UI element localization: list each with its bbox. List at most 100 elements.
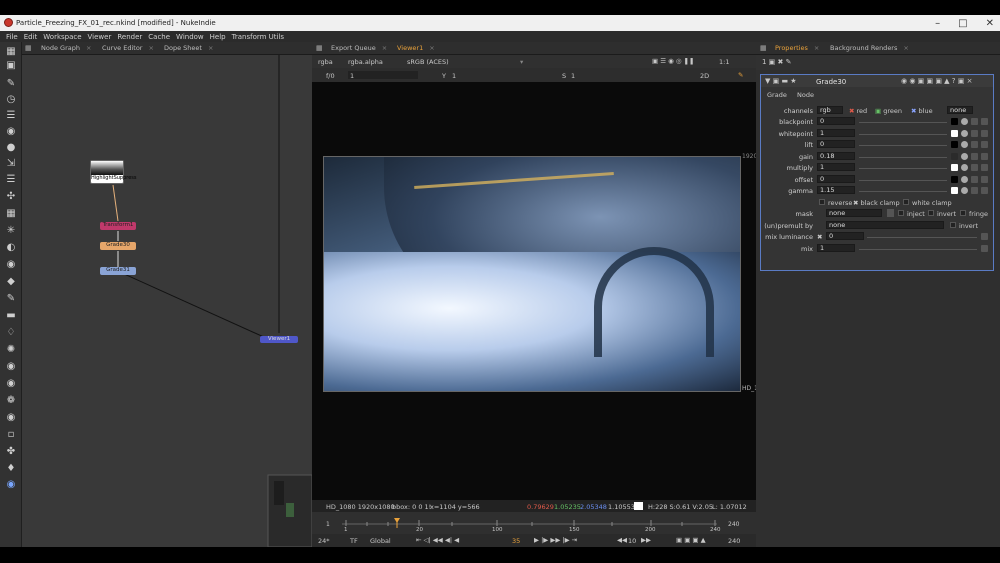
multiply-slider[interactable] (859, 168, 947, 169)
color-wheel-icon[interactable] (961, 164, 968, 171)
mix-slider[interactable] (859, 249, 977, 250)
layout-icon[interactable]: ▦ (5, 45, 17, 57)
chevron-down-icon[interactable]: ▾ (520, 58, 523, 66)
current-frame[interactable]: 35 (512, 537, 520, 545)
playback-end-frame[interactable]: 240 (728, 537, 740, 545)
mix-input[interactable]: 1 (817, 244, 855, 252)
channel-split-icon[interactable] (971, 164, 978, 171)
color-wheel-icon[interactable] (961, 130, 968, 137)
viewer-canvas[interactable]: 1920 HD_1 (312, 82, 758, 500)
white-clamp-checkbox[interactable]: white clamp (903, 199, 952, 207)
blackpoint-input[interactable]: 0 (817, 117, 855, 125)
viewer-tools-icon[interactable]: ▣ ☰ ◉ ◎ ❚❚ (652, 57, 694, 65)
color-wheel-icon[interactable] (961, 176, 968, 183)
invert-checkbox[interactable]: invert (928, 210, 956, 218)
channel-split-icon[interactable] (971, 141, 978, 148)
other-icon[interactable]: ▬ (5, 309, 17, 321)
3d-icon[interactable]: ▦ (5, 207, 17, 219)
plugin-g-icon[interactable]: ♦ (5, 462, 17, 474)
plugin-e-icon[interactable]: ▫ (5, 428, 17, 440)
cara-vr-icon[interactable]: ✺ (5, 343, 17, 355)
menu-render[interactable]: Render (117, 33, 142, 41)
plugin-f-icon[interactable]: ✤ (5, 445, 17, 457)
color-icon[interactable]: ◉ (5, 125, 17, 137)
panel-header-icons[interactable]: ▼ ▣ ▬ ★ (765, 77, 797, 85)
gamma-value[interactable]: 1 (452, 72, 456, 80)
channel-split-icon[interactable] (971, 187, 978, 194)
skip-forward-icon[interactable]: ▶▶ (641, 536, 651, 544)
gain-field[interactable] (348, 71, 418, 79)
tab-viewer1[interactable]: Viewer1 × (397, 44, 435, 54)
timeframe-dropdown[interactable]: TF (350, 537, 358, 545)
s-value[interactable]: 1 (571, 72, 575, 80)
menu-cache[interactable]: Cache (148, 33, 170, 41)
plugin-h-icon[interactable]: ◉ (5, 478, 17, 490)
toolsets-icon[interactable]: ✎ (5, 292, 17, 304)
metadata-icon[interactable]: ◆ (5, 275, 17, 287)
menu-edit[interactable]: Edit (24, 33, 38, 41)
animation-menu-icon[interactable] (981, 245, 988, 252)
lift-input[interactable]: 0 (817, 140, 855, 148)
menu-workspace[interactable]: Workspace (43, 33, 81, 41)
animation-menu-icon[interactable] (981, 164, 988, 171)
time-icon[interactable]: ◷ (5, 93, 17, 105)
offset-input[interactable]: 0 (817, 175, 855, 183)
color-picker-icon[interactable] (951, 118, 958, 125)
close-tab-icon[interactable]: × (382, 44, 387, 52)
properties-tools-icon[interactable]: 1 ▣ ✖ ✎ (762, 58, 791, 66)
whitepoint-input[interactable]: 1 (817, 129, 855, 137)
deep-icon[interactable]: ◐ (5, 241, 17, 253)
animation-menu-icon[interactable] (981, 187, 988, 194)
color-wheel-icon[interactable] (961, 153, 968, 160)
node-name-field[interactable]: Grade30 (816, 78, 846, 86)
node-grade31[interactable]: Grade31 (100, 267, 136, 275)
node-graph-canvas[interactable]: HighlightSuppress Transform1 Grade30 Gra… (22, 55, 312, 547)
pane-menu-icon[interactable]: ▦ (760, 44, 767, 52)
plugin-b-icon[interactable]: ◉ (5, 377, 17, 389)
particles-icon[interactable]: ✳ (5, 224, 17, 236)
mix-luminance-checkbox[interactable]: ✖ (817, 233, 822, 241)
keyer-icon[interactable]: ⇲ (5, 157, 17, 169)
subtab-grade[interactable]: Grade (767, 91, 787, 99)
color-picker-icon[interactable] (951, 153, 958, 160)
playback-options-icon[interactable]: ▣ ▣ ▣ ▲ (676, 536, 706, 544)
tab-background-renders[interactable]: Background Renders × (830, 44, 909, 54)
node-viewer1[interactable]: Viewer1 (260, 336, 298, 343)
close-tab-icon[interactable]: × (814, 44, 819, 52)
close-tab-icon[interactable]: × (903, 44, 908, 52)
subtab-node[interactable]: Node (797, 91, 814, 99)
node-transform1[interactable]: Transform1 (100, 222, 136, 230)
merge-icon[interactable]: ☰ (5, 173, 17, 185)
whitepoint-slider[interactable] (859, 134, 947, 135)
menu-window[interactable]: Window (176, 33, 204, 41)
color-picker-icon[interactable] (951, 187, 958, 194)
color-picker-icon[interactable] (951, 141, 958, 148)
range-dropdown[interactable]: Global (370, 537, 391, 545)
mix-luminance-slider[interactable] (867, 237, 977, 238)
transform-icon[interactable]: ✣ (5, 190, 17, 202)
menu-help[interactable]: Help (210, 33, 226, 41)
maximize-button[interactable]: □ (958, 18, 967, 29)
mask-dropdown[interactable]: none (826, 209, 882, 217)
tab-dope-sheet[interactable]: Dope Sheet × (164, 44, 213, 54)
skip-back-icon[interactable]: ◀◀ (617, 536, 627, 544)
node-grade30[interactable]: Grade30 (100, 242, 136, 250)
tab-properties[interactable]: Properties × (775, 44, 819, 54)
minimize-button[interactable]: – (935, 18, 940, 29)
channel-split-icon[interactable] (971, 130, 978, 137)
plugin-c-icon[interactable]: ❁ (5, 394, 17, 406)
paint-icon[interactable]: ✎ (738, 71, 743, 79)
lift-slider[interactable] (859, 145, 947, 146)
mix-luminance-input[interactable]: 0 (826, 232, 864, 240)
channels-dropdown[interactable]: rgb (817, 106, 843, 114)
close-tab-icon[interactable]: × (86, 44, 91, 52)
timeline[interactable]: 1 1 20 100 150 200 240 240 (312, 512, 756, 534)
color-picker-icon[interactable] (951, 164, 958, 171)
color-picker-icon[interactable] (951, 176, 958, 183)
reverse-checkbox[interactable]: reverse (819, 199, 852, 207)
blue-channel-toggle[interactable]: ✖ blue (911, 107, 933, 115)
inject-checkbox[interactable]: inject (898, 210, 925, 218)
playback-buttons-right[interactable]: ▶ |▶ ▶▶ |▶ ⇥ (534, 536, 577, 544)
menu-viewer[interactable]: Viewer (88, 33, 112, 41)
filter-icon[interactable]: ● (5, 141, 17, 153)
